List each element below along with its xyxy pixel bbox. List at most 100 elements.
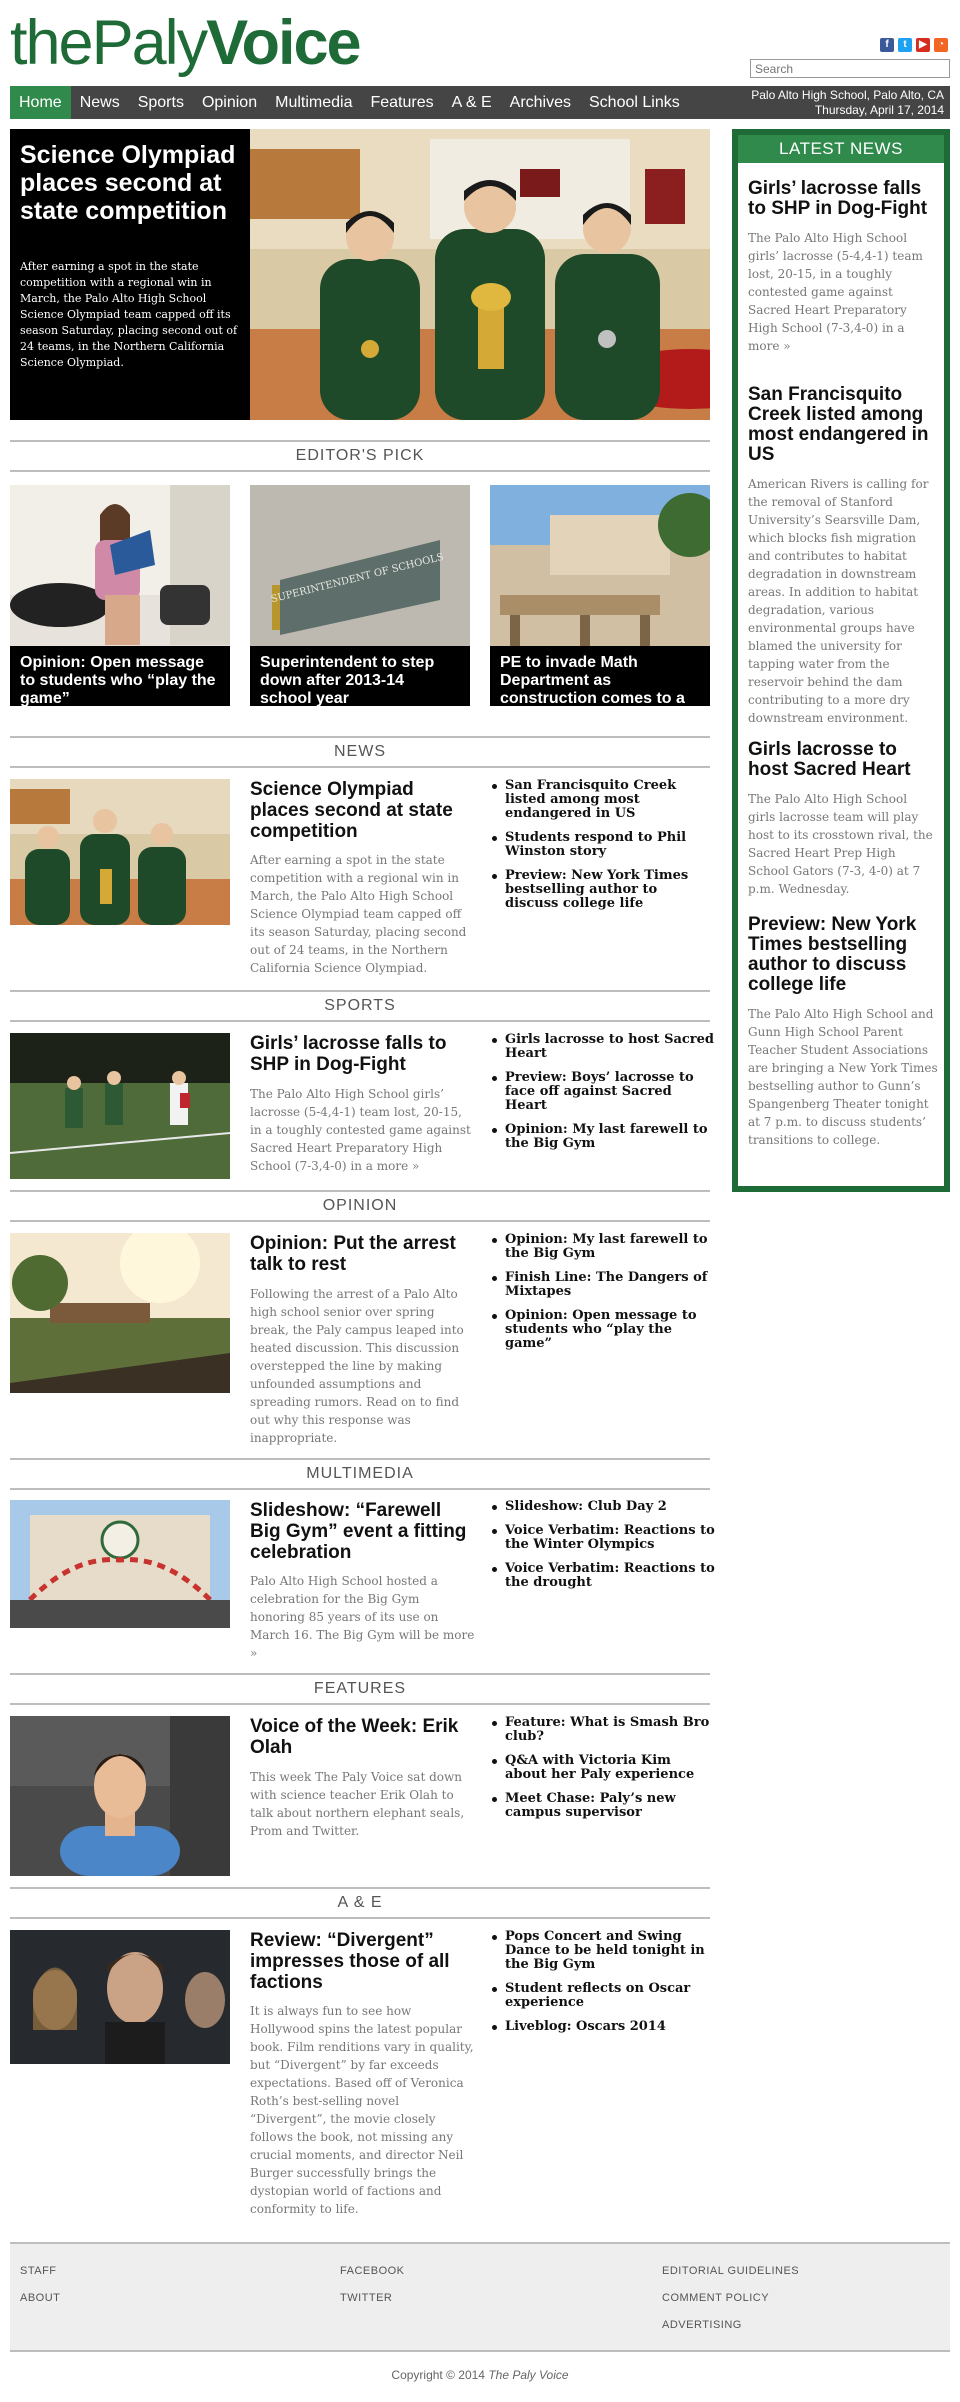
sports-related-link[interactable]: Opinion: My last farewell to the Big Gym: [490, 1123, 715, 1151]
features-related-link[interactable]: Feature: What is Smash Bro club?: [490, 1716, 715, 1744]
editors-pick-item[interactable]: PE to invade Math Department as construc…: [490, 485, 710, 706]
nav-home[interactable]: Home: [10, 86, 71, 119]
multimedia-article-body: Palo Alto High School hosted a celebrati…: [250, 1574, 475, 1660]
latest-news-item[interactable]: Girls’ lacrosse falls to SHP in Dog-Figh…: [748, 179, 938, 355]
ae-related-link[interactable]: Student reflects on Oscar experience: [490, 1982, 715, 2010]
sports-article-title[interactable]: Girls’ lacrosse falls to SHP in Dog-Figh…: [250, 1033, 475, 1075]
news-related-link[interactable]: San Francisquito Creek listed among most…: [490, 779, 715, 821]
opinion-related-link[interactable]: Opinion: My last farewell to the Big Gym: [490, 1233, 715, 1261]
editors-pick-item[interactable]: SUPERINTENDENT OF SCHOOLS Superintendent…: [250, 485, 470, 706]
latest-news-item[interactable]: San Francisquito Creek listed among most…: [748, 385, 938, 727]
features-article-body: This week The Paly Voice sat down with s…: [250, 1770, 465, 1838]
latest-news-item[interactable]: Girls lacrosse to host Sacred Heart The …: [748, 740, 938, 898]
sports-heading: SPORTS: [10, 990, 710, 1022]
opinion-related-link[interactable]: Opinion: Open message to students who “p…: [490, 1309, 715, 1351]
multimedia-related-list: Slideshow: Club Day 2 Voice Verbatim: Re…: [490, 1500, 715, 1600]
multimedia-related-link[interactable]: Voice Verbatim: Reactions to the drought: [490, 1562, 715, 1590]
editors-pick-caption[interactable]: Opinion: Open message to students who “p…: [10, 646, 230, 706]
editors-pick-caption[interactable]: Superintendent to step down after 2013-1…: [250, 646, 470, 706]
copyright: Copyright © 2014 The Paly Voice: [10, 2368, 950, 2382]
latest-news-body: The Palo Alto High School girls lacrosse…: [748, 792, 933, 896]
sports-related-list: Girls lacrosse to host Sacred Heart Prev…: [490, 1033, 715, 1161]
ae-related-link[interactable]: Liveblog: Oscars 2014: [490, 2020, 715, 2034]
opinion-related-link[interactable]: Finish Line: The Dangers of Mixtapes: [490, 1271, 715, 1299]
footer-link-about[interactable]: ABOUT: [20, 2285, 60, 2312]
ae-article-body: It is always fun to see how Hollywood sp…: [250, 2004, 474, 2216]
opinion-thumbnail[interactable]: [10, 1233, 230, 1393]
youtube-icon[interactable]: ▶: [916, 38, 930, 52]
multimedia-related-link[interactable]: Slideshow: Club Day 2: [490, 1500, 715, 1514]
social-links: f t ▶ ◔: [880, 38, 948, 52]
news-thumbnail[interactable]: [10, 779, 230, 925]
latest-news-heading: LATEST NEWS: [738, 135, 944, 163]
news-heading: NEWS: [10, 736, 710, 768]
nav-school-links[interactable]: School Links: [580, 86, 689, 119]
sports-related-link[interactable]: Girls lacrosse to host Sacred Heart: [490, 1033, 715, 1061]
multimedia-heading: MULTIMEDIA: [10, 1458, 710, 1490]
multimedia-article-title[interactable]: Slideshow: “Farewell Big Gym” event a fi…: [250, 1500, 475, 1563]
editors-pick-heading: EDITOR'S PICK: [10, 440, 710, 472]
features-article-title[interactable]: Voice of the Week: Erik Olah: [250, 1716, 475, 1758]
footer-link-advertising[interactable]: ADVERTISING: [662, 2312, 799, 2339]
latest-news-title[interactable]: Girls’ lacrosse falls to SHP in Dog-Figh…: [748, 179, 938, 219]
opinion-article-title[interactable]: Opinion: Put the arrest talk to rest: [250, 1233, 475, 1275]
latest-news-item[interactable]: Preview: New York Times bestselling auth…: [748, 915, 938, 1149]
ae-related-list: Pops Concert and Swing Dance to be held …: [490, 1930, 715, 2044]
footer-link-staff[interactable]: STAFF: [20, 2258, 60, 2285]
opinion-related-list: Opinion: My last farewell to the Big Gym…: [490, 1233, 715, 1361]
footer-link-comment-policy[interactable]: COMMENT POLICY: [662, 2285, 799, 2312]
features-thumbnail[interactable]: [10, 1716, 230, 1876]
news-article-title[interactable]: Science Olympiad places second at state …: [250, 779, 475, 842]
site-footer: STAFF ABOUT FACEBOOK TWITTER EDITORIAL G…: [10, 2242, 950, 2352]
latest-news-title[interactable]: Girls lacrosse to host Sacred Heart: [748, 740, 938, 780]
footer-link-editorial-guidelines[interactable]: EDITORIAL GUIDELINES: [662, 2258, 799, 2285]
features-related-list: Feature: What is Smash Bro club? Q&A wit…: [490, 1716, 715, 1830]
nav-sports[interactable]: Sports: [129, 86, 193, 119]
features-heading: FEATURES: [10, 1673, 710, 1705]
news-related-list: San Francisquito Creek listed among most…: [490, 779, 715, 921]
nav-archives[interactable]: Archives: [501, 86, 580, 119]
ae-thumbnail[interactable]: [10, 1930, 230, 2064]
ae-article-title[interactable]: Review: “Divergent” impresses those of a…: [250, 1930, 475, 1993]
footer-link-facebook[interactable]: FACEBOOK: [340, 2258, 405, 2285]
nav-opinion[interactable]: Opinion: [193, 86, 266, 119]
features-related-link[interactable]: Meet Chase: Paly’s new campus supervisor: [490, 1792, 715, 1820]
footer-col-policies: EDITORIAL GUIDELINES COMMENT POLICY ADVE…: [662, 2258, 799, 2339]
hero-photo[interactable]: [250, 129, 710, 420]
site-logo[interactable]: thePalyVoice: [10, 12, 362, 75]
nav-news[interactable]: News: [71, 86, 129, 119]
facebook-icon[interactable]: f: [880, 38, 894, 52]
latest-news-title[interactable]: San Francisquito Creek listed among most…: [748, 385, 938, 465]
news-article-body: After earning a spot in the state compet…: [250, 853, 467, 975]
nav-multimedia[interactable]: Multimedia: [266, 86, 361, 119]
copyright-name: The Paly Voice: [488, 2368, 569, 2382]
hero-dek: After earning a spot in the state compet…: [20, 260, 238, 369]
latest-news-body: The Palo Alto High School girls’ lacross…: [748, 231, 923, 353]
multimedia-related-link[interactable]: Voice Verbatim: Reactions to the Winter …: [490, 1524, 715, 1552]
latest-news-body: The Palo Alto High School and Gunn High …: [748, 1007, 938, 1147]
sports-related-link[interactable]: Preview: Boys’ lacrosse to face off agai…: [490, 1071, 715, 1113]
twitter-icon[interactable]: t: [898, 38, 912, 52]
copyright-prefix: Copyright © 2014: [391, 2368, 485, 2382]
nav-features[interactable]: Features: [361, 86, 442, 119]
search-input[interactable]: [750, 59, 950, 78]
latest-news-title[interactable]: Preview: New York Times bestselling auth…: [748, 915, 938, 995]
sports-thumbnail[interactable]: [10, 1033, 230, 1179]
location-text: Palo Alto High School, Palo Alto, CA: [751, 88, 944, 102]
editors-pick-caption[interactable]: PE to invade Math Department as construc…: [490, 646, 710, 706]
nav-ae[interactable]: A & E: [443, 86, 501, 119]
latest-news-body: American Rivers is calling for the remov…: [748, 477, 929, 725]
multimedia-thumbnail[interactable]: [10, 1500, 230, 1628]
footer-link-twitter[interactable]: TWITTER: [340, 2285, 405, 2312]
ae-related-link[interactable]: Pops Concert and Swing Dance to be held …: [490, 1930, 715, 1972]
news-related-link[interactable]: Students respond to Phil Winston story: [490, 831, 715, 859]
hero-title[interactable]: Science Olympiad places second at state …: [20, 141, 250, 225]
latest-news-panel: LATEST NEWS Girls’ lacrosse falls to SHP…: [732, 129, 950, 1192]
hero-feature[interactable]: Science Olympiad places second at state …: [10, 129, 710, 420]
logo-text-part1: thePaly: [10, 8, 208, 78]
rss-icon[interactable]: ◔: [934, 38, 948, 52]
news-related-link[interactable]: Preview: New York Times bestselling auth…: [490, 869, 715, 911]
footer-col-about: STAFF ABOUT: [20, 2258, 60, 2312]
features-related-link[interactable]: Q&A with Victoria Kim about her Paly exp…: [490, 1754, 715, 1782]
editors-pick-item[interactable]: Opinion: Open message to students who “p…: [10, 485, 230, 706]
